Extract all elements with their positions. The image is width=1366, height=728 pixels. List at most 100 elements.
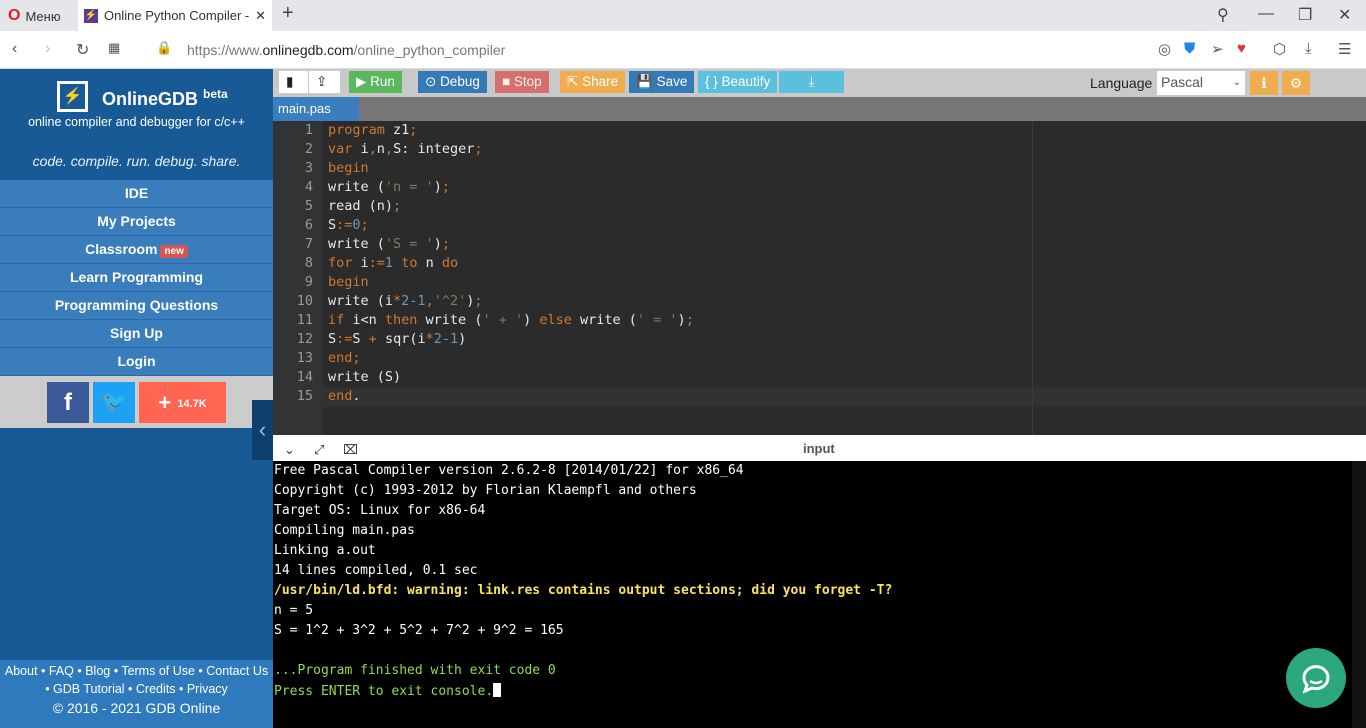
code-line: write (i*2-1,'^2'); — [328, 293, 483, 309]
sidebar-item-classroom[interactable]: Classroom new — [0, 236, 273, 264]
console-line: Target OS: Linux for x86-64 — [274, 503, 486, 518]
speed-dial-icon[interactable]: ▦ — [108, 40, 120, 56]
chat-button[interactable] — [1286, 648, 1346, 708]
settings-sliders-icon[interactable]: ☰ — [1338, 40, 1351, 58]
tagline: code. compile. run. debug. share. — [32, 153, 241, 169]
sidebar-item-sign-up[interactable]: Sign Up — [0, 320, 273, 348]
line-number: 9 — [304, 274, 313, 290]
collapse-sidebar-button[interactable]: ‹ — [252, 400, 273, 460]
logo[interactable]: ⚡ OnlineGDB beta online compiler and deb… — [0, 69, 273, 141]
code-line: write ('S = '); — [328, 236, 450, 252]
minimize-icon[interactable]: — — [1258, 5, 1274, 23]
console-input-label: input — [803, 441, 835, 456]
lightning-logo-icon: ⚡ — [57, 81, 88, 112]
lock-icon: 🔒 — [156, 40, 173, 55]
line-number: 4 — [304, 179, 313, 195]
share-button[interactable]: ⇱ Share — [560, 71, 626, 93]
close-tab-icon[interactable]: ✕ — [255, 8, 266, 24]
code-line: read (n); — [328, 198, 402, 214]
code-line: S:=0; — [328, 217, 369, 233]
code-line: begin — [328, 160, 369, 176]
code-editor[interactable]: 1 program z1; 2 var i,n,S: integer; 3 begin 4 w… — [273, 121, 1366, 435]
line-number: 11 — [296, 312, 313, 328]
brand-name: OnlineGDB — [102, 89, 199, 109]
cube-icon[interactable]: ⬡ — [1273, 40, 1286, 58]
toolbar: ▮ ⇪ ▶ Run ⊙ Debug ■ Stop ⇱ Share 💾 Save … — [273, 69, 1366, 97]
close-window-icon[interactable]: ✕ — [1338, 5, 1351, 25]
tab-title: Online Python Compiler - o — [104, 8, 250, 23]
forward-icon[interactable]: › — [45, 40, 50, 58]
back-icon[interactable]: ‹ — [12, 40, 17, 58]
run-button[interactable]: ▶ Run — [349, 71, 402, 93]
console-output[interactable]: Free Pascal Compiler version 2.6.2-8 [20… — [273, 461, 1366, 728]
classroom-label: Classroom — [85, 241, 158, 257]
stop-button[interactable]: ■ Stop — [495, 71, 549, 93]
opera-menu-button[interactable]: O Меню — [8, 7, 61, 25]
language-select[interactable]: Pascal ⌄ — [1157, 71, 1245, 95]
expand-icon[interactable]: ⤢ — [314, 442, 324, 458]
line-number: 7 — [304, 236, 313, 252]
new-file-icon[interactable]: ▮ — [279, 71, 308, 93]
twitter-button[interactable]: 🐦 — [93, 382, 135, 423]
sidebar-item-ide[interactable]: IDE — [0, 180, 273, 208]
sidebar-item-my-projects[interactable]: My Projects — [0, 208, 273, 236]
reload-icon[interactable]: ↻ — [76, 40, 89, 60]
code-line: for i:=1 to n do — [328, 255, 459, 271]
sidebar-item-login[interactable]: Login — [0, 348, 273, 376]
info-button[interactable]: ℹ — [1250, 71, 1278, 95]
code-line: write ('n = '); — [328, 179, 450, 195]
code-line: begin — [328, 274, 369, 290]
line-number: 12 — [296, 331, 313, 347]
download-icon[interactable]: ⤓ — [1305, 40, 1312, 57]
footer-links-1[interactable]: About • FAQ • Blog • Terms of Use • Cont… — [0, 660, 273, 678]
sidebar-item-learn-programming[interactable]: Learn Programming — [0, 264, 273, 292]
line-number: 2 — [304, 141, 313, 157]
share-count: 14.7K — [177, 398, 207, 410]
facebook-button[interactable]: f — [47, 382, 89, 423]
browser-tab-active[interactable]: ⚡ Online Python Compiler - o ✕ — [78, 0, 272, 31]
adblock-shield-icon[interactable]: ⛊ — [1184, 40, 1195, 57]
maximize-icon[interactable]: ❐ — [1298, 5, 1312, 25]
sidebar-nav: IDE My Projects Classroom new Learn Progr… — [0, 180, 273, 376]
current-line-highlight — [323, 388, 1366, 407]
heart-icon[interactable]: ♥ — [1237, 40, 1246, 57]
sidebar: ⚡ OnlineGDB beta online compiler and deb… — [0, 69, 273, 728]
upload-icon[interactable]: ⇪ — [309, 71, 340, 93]
console-line: Free Pascal Compiler version 2.6.2-8 [20… — [274, 463, 744, 478]
beautify-button[interactable]: { } Beautify — [698, 71, 778, 93]
console-mode-icon[interactable]: ⌧ — [343, 442, 358, 458]
share-count-button[interactable]: + 14.7K — [139, 382, 226, 423]
search-icon[interactable]: ⚲ — [1217, 5, 1229, 25]
line-number: 10 — [296, 293, 313, 309]
opera-logo-icon: O — [8, 7, 21, 24]
settings-gear-button[interactable]: ⚙ — [1282, 71, 1310, 95]
debug-button[interactable]: ⊙ Debug — [418, 71, 487, 93]
beta-label: beta — [203, 87, 228, 101]
save-button[interactable]: 💾 Save — [629, 71, 695, 93]
console-cursor — [493, 683, 502, 697]
console-header: ⌄ ⤢ ⌧ input — [273, 440, 1366, 461]
file-tab-main-pas[interactable]: main.pas — [273, 97, 359, 121]
send-icon[interactable]: ➢ — [1211, 40, 1224, 58]
code-line: end; — [328, 350, 361, 366]
console-line: /usr/bin/ld.bfd: warning: link.res conta… — [274, 583, 893, 598]
chevron-down-icon[interactable]: ⌄ — [284, 442, 295, 458]
new-tab-icon[interactable]: + — [282, 2, 294, 25]
code-line: if i<n then write (' + ') else write (' … — [328, 312, 694, 328]
url-field[interactable]: https://www.onlinegdb.com/online_python_… — [187, 42, 505, 58]
brand-subtitle: online compiler and debugger for c/c++ — [28, 115, 245, 129]
address-bar: ‹ › ↻ ▦ 🔒 https://www.onlinegdb.com/onli… — [0, 31, 1366, 69]
console-line: Linking a.out — [274, 543, 376, 558]
line-number: 8 — [304, 255, 313, 271]
sidebar-footer: About • FAQ • Blog • Terms of Use • Cont… — [0, 660, 273, 728]
footer-links-2[interactable]: • GDB Tutorial • Credits • Privacy — [0, 678, 273, 696]
camera-icon[interactable]: ◎ — [1158, 40, 1171, 58]
social-share: f 🐦 + 14.7K — [0, 376, 273, 428]
line-number: 15 — [296, 388, 313, 404]
chevron-down-icon: ⌄ — [1232, 77, 1241, 88]
console-line: 14 lines compiled, 0.1 sec — [274, 563, 478, 578]
download-code-button[interactable]: ⤓ — [779, 71, 844, 93]
line-number: 3 — [304, 160, 313, 176]
console-scrollbar[interactable] — [1352, 461, 1366, 728]
sidebar-item-programming-questions[interactable]: Programming Questions — [0, 292, 273, 320]
